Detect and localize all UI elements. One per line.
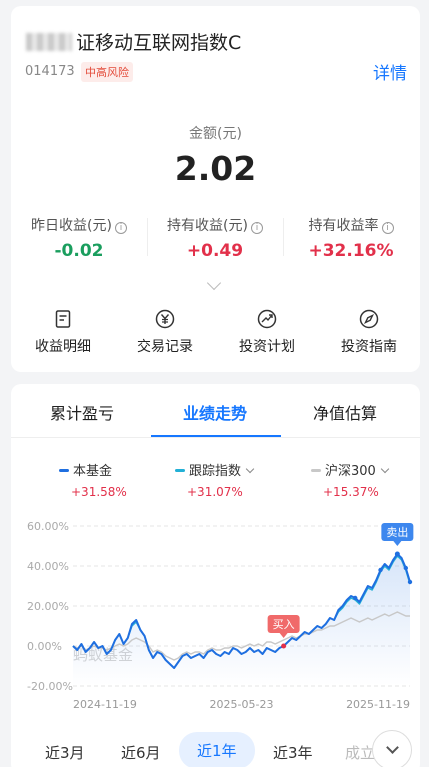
buy-tag-pointer: [279, 633, 288, 638]
sell-label: 卖出: [386, 525, 408, 539]
period-3m[interactable]: 近3月: [45, 742, 85, 763]
info-icon[interactable]: i: [114, 222, 127, 234]
buy-label: 买入: [273, 618, 295, 631]
legend-value: +15.37%: [323, 485, 379, 499]
trade-dot: [378, 567, 383, 573]
legend-value: +31.58%: [71, 485, 127, 499]
trade-dot: [403, 565, 408, 571]
performance-chart[interactable]: 60.00% 40.00% 20.00% 0.00% -20.00%2024-11-19…: [11, 514, 420, 714]
info-icon[interactable]: i: [250, 222, 263, 234]
x-tick-label: 2025-11-19: [346, 698, 410, 711]
trade-dot: [407, 579, 413, 585]
divider: [283, 218, 284, 256]
y-tick-label: -20.00%: [27, 680, 73, 693]
action-row: 收益明细 交易记录 投资计划 投资指南: [11, 308, 420, 358]
y-tick-label: 60.00%: [27, 520, 69, 533]
tab-performance[interactable]: 业绩走势: [183, 400, 247, 424]
legend-swatch: [311, 469, 321, 472]
tab-cumulative-pnl[interactable]: 累计盈亏: [50, 400, 114, 424]
compass-icon: [359, 309, 379, 329]
sell-marker: [394, 551, 400, 557]
yen-icon: [155, 309, 175, 329]
performance-card: 累计盈亏 业绩走势 净值估算 本基金 +31.58% 跟踪指数 +31.07% …: [11, 384, 420, 767]
buy-marker: [281, 643, 287, 649]
action-trade-records[interactable]: 交易记录: [115, 308, 215, 356]
holding-card: 证移动互联网指数C 014173 中高风险 详情 金额(元) 2.02 昨日收益…: [11, 6, 420, 372]
stat-label: 持有收益(元): [167, 218, 248, 234]
x-tick-label: 2025-05-23: [210, 698, 274, 711]
stat-holding-profit[interactable]: 持有收益(元) i +0.49: [147, 215, 283, 261]
action-profit-detail[interactable]: 收益明细: [13, 308, 113, 356]
chevron-down-icon: [380, 464, 390, 474]
stat-value: +32.16%: [308, 241, 394, 261]
info-icon[interactable]: i: [381, 222, 394, 234]
chevron-down-icon: [386, 741, 399, 754]
period-6m[interactable]: 近6月: [121, 742, 161, 763]
area-fill: [73, 554, 410, 686]
stat-yesterday-profit[interactable]: 昨日收益(元) i -0.02: [11, 215, 147, 261]
action-label: 投资计划: [239, 339, 295, 355]
action-invest-guide[interactable]: 投资指南: [319, 308, 419, 356]
tab-underline: [151, 435, 281, 437]
x-tick-label: 2024-11-19: [73, 698, 137, 711]
trade-dot: [353, 595, 358, 601]
expand-periods-button[interactable]: [372, 730, 412, 767]
fund-code: 014173: [25, 64, 75, 79]
document-icon: [55, 310, 71, 328]
period-1y[interactable]: 近1年: [179, 732, 255, 767]
y-tick-label: 40.00%: [27, 560, 69, 573]
stat-holding-rate[interactable]: 持有收益率 i +32.16%: [283, 215, 419, 261]
period-since-inception[interactable]: 成立: [345, 742, 375, 763]
action-label: 收益明细: [35, 339, 91, 355]
legend-label: 沪深300: [325, 464, 376, 479]
y-tick-label: 0.00%: [27, 640, 62, 653]
period-3y[interactable]: 近3年: [273, 742, 313, 763]
legend-value: +31.07%: [187, 485, 243, 499]
detail-link[interactable]: 详情: [373, 59, 407, 84]
legend-fund[interactable]: 本基金 +31.58%: [59, 460, 127, 499]
chart-legend: 本基金 +31.58% 跟踪指数 +31.07% 沪深300 +15.37%: [11, 460, 420, 500]
tab-bar: 累计盈亏 业绩走势 净值估算: [11, 384, 420, 438]
stat-value: +0.49: [186, 241, 244, 261]
trend-icon: [257, 309, 277, 329]
stats-row: 昨日收益(元) i -0.02 持有收益(元) i +0.49 持有收益率 i +32…: [11, 215, 420, 275]
stat-label: 持有收益率: [308, 218, 379, 234]
legend-swatch: [175, 469, 185, 472]
tab-nav-estimate[interactable]: 净值估算: [313, 400, 377, 424]
blurred-text: [26, 33, 72, 51]
divider: [147, 218, 148, 256]
period-selector: 近3月 近6月 近1年 近3年 成立: [11, 730, 420, 767]
chevron-down-icon[interactable]: [206, 275, 222, 291]
action-label: 交易记录: [137, 339, 193, 355]
action-label: 投资指南: [341, 339, 397, 355]
legend-tracking-index[interactable]: 跟踪指数 +31.07%: [175, 460, 255, 499]
legend-csi300[interactable]: 沪深300 +15.37%: [311, 460, 390, 499]
legend-label: 本基金: [73, 464, 113, 479]
stat-label: 昨日收益(元): [31, 218, 112, 234]
legend-swatch: [59, 469, 69, 472]
stat-value: -0.02: [54, 241, 104, 261]
fund-title: 证移动互联网指数C: [26, 28, 241, 55]
chevron-down-icon: [245, 464, 255, 474]
y-tick-label: 20.00%: [27, 600, 69, 613]
legend-label: 跟踪指数: [189, 464, 242, 479]
amount-value: 2.02: [174, 149, 257, 188]
action-invest-plan[interactable]: 投资计划: [217, 308, 317, 356]
fund-name: 证移动互联网指数C: [76, 32, 242, 54]
risk-badge: 中高风险: [81, 62, 133, 82]
sell-tag-pointer: [393, 541, 402, 546]
amount-label: 金额(元): [189, 126, 242, 142]
